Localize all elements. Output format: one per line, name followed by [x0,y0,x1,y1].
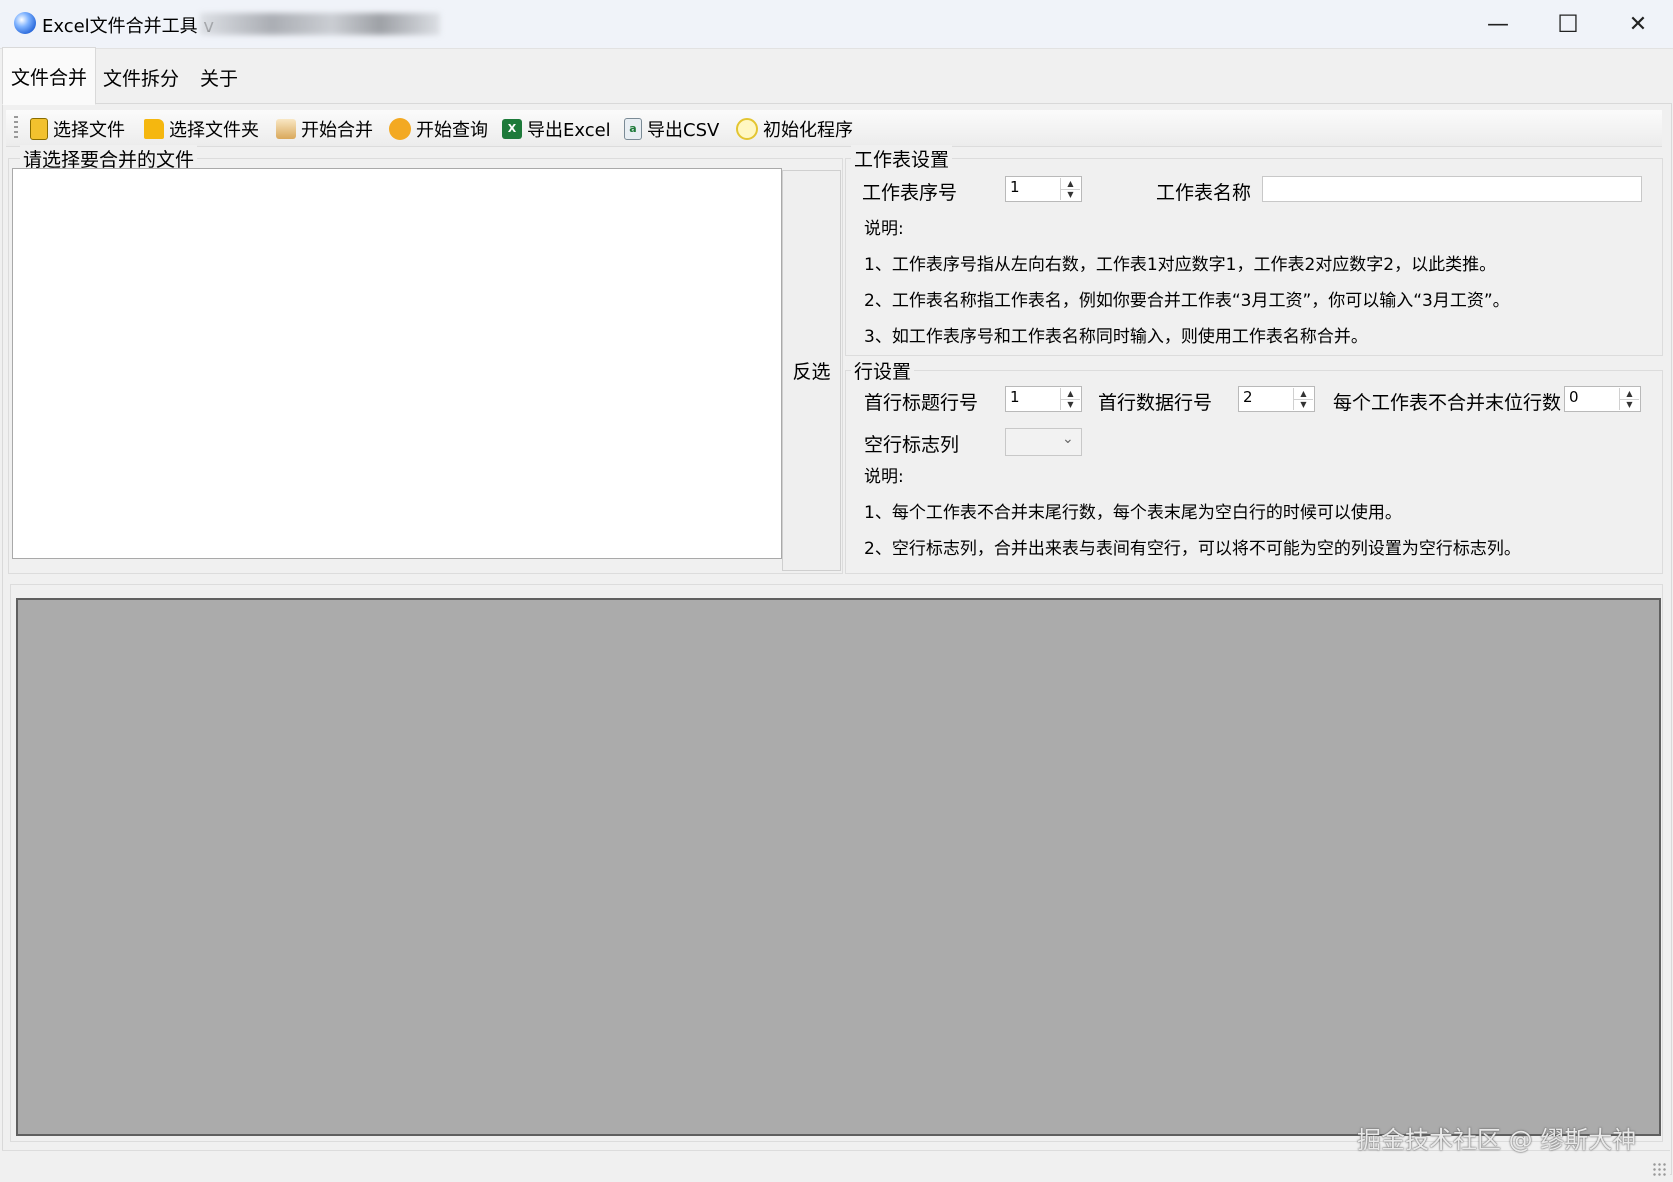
spin-up-icon[interactable]: ▲ [1061,178,1080,190]
csv-icon: a [624,118,642,140]
tab-file-split[interactable]: 文件拆分 [96,51,186,103]
sheet-index-label: 工作表序号 [862,182,958,204]
init-program-button[interactable]: 初始化程序 [736,114,853,144]
empty-flag-label: 空行标志列 [864,434,960,456]
sheet-settings-title: 工作表设置 [851,145,953,172]
file-icon [30,118,48,140]
sheet-note-title: 说明: [864,219,904,239]
start-query-label: 开始查询 [416,120,488,141]
resize-grip-icon[interactable] [1652,1162,1666,1176]
title-redacted-area [200,13,440,35]
tab-file-merge[interactable]: 文件合并 [2,47,96,105]
spin-down-icon[interactable]: ▼ [1620,400,1639,411]
maximize-button[interactable]: ☐ [1546,8,1590,40]
data-row-label: 首行数据行号 [1098,392,1213,414]
spin-up-icon[interactable]: ▲ [1061,388,1080,400]
folder-icon [144,119,164,139]
header-row-label: 首行标题行号 [864,392,979,414]
sheet-note-1: 1、工作表序号指从左向右数，工作表1对应数字1，工作表2对应数字2，以此类推。 [864,255,1497,275]
export-excel-button[interactable]: X 导出Excel [502,114,611,144]
data-row-spinner[interactable]: 2 ▲ ▼ [1238,386,1315,412]
row-settings-title: 行设置 [851,357,915,384]
skip-tail-label: 每个工作表不合并末位行数 [1333,392,1562,414]
sheet-name-input[interactable] [1262,176,1642,202]
invert-selection-button[interactable]: 反选 [782,170,841,571]
file-checklist[interactable] [12,168,782,559]
export-csv-button[interactable]: a 导出CSV [624,114,719,144]
select-folder-button[interactable]: 选择文件夹 [144,114,259,144]
sheet-note-3: 3、如工作表序号和工作表名称同时输入，则使用工作表名称合并。 [864,327,1368,347]
start-merge-button[interactable]: 开始合并 [276,114,373,144]
export-excel-label: 导出Excel [527,120,611,141]
toolbar-grip[interactable] [14,116,18,138]
spin-down-icon[interactable]: ▼ [1061,400,1080,411]
export-csv-label: 导出CSV [647,120,720,141]
select-folder-label: 选择文件夹 [169,120,259,141]
result-data-grid[interactable] [16,598,1661,1136]
init-program-label: 初始化程序 [763,120,853,141]
skip-tail-value: 0 [1569,388,1579,406]
header-row-value: 1 [1010,388,1020,406]
close-button[interactable]: ✕ [1616,8,1660,40]
sheet-note-2: 2、工作表名称指工作表名，例如你要合并工作表“3月工资”，你可以输入“3月工资”… [864,291,1510,311]
window-title: Excel文件合并工具 v [42,16,215,37]
excel-icon: X [502,119,522,139]
sheet-index-spinner[interactable]: 1 ▲ ▼ [1005,176,1082,202]
merge-icon [276,119,296,139]
sheet-name-label: 工作表名称 [1156,182,1252,204]
spin-down-icon[interactable]: ▼ [1294,400,1313,411]
sheet-index-value: 1 [1010,178,1020,196]
header-row-spinner[interactable]: 1 ▲ ▼ [1005,386,1082,412]
tab-about[interactable]: 关于 [186,51,252,103]
row-note-2: 2、空行标志列，合并出来表与表间有空行，可以将不可能为空的列设置为空行标志列。 [864,539,1521,559]
spin-up-icon[interactable]: ▲ [1620,388,1639,400]
spin-down-icon[interactable]: ▼ [1061,190,1080,201]
minimize-button[interactable]: — [1476,8,1520,40]
query-icon [389,118,411,140]
start-query-button[interactable]: 开始查询 [389,114,488,144]
chevron-down-icon: ⌄ [1062,431,1074,447]
select-file-label: 选择文件 [53,120,125,141]
data-row-value: 2 [1243,388,1253,406]
skip-tail-spinner[interactable]: 0 ▲ ▼ [1564,386,1641,412]
select-file-button[interactable]: 选择文件 [30,114,125,144]
empty-flag-select[interactable]: ⌄ [1005,428,1082,456]
reset-icon [736,118,758,140]
watermark: 掘金技术社区 @ 缪斯大神 [1357,1126,1637,1154]
app-globe-icon [14,12,36,34]
start-merge-label: 开始合并 [301,120,373,141]
spin-up-icon[interactable]: ▲ [1294,388,1313,400]
row-note-title: 说明: [864,467,904,487]
row-note-1: 1、每个工作表不合并末尾行数，每个表末尾为空白行的时候可以使用。 [864,503,1402,523]
